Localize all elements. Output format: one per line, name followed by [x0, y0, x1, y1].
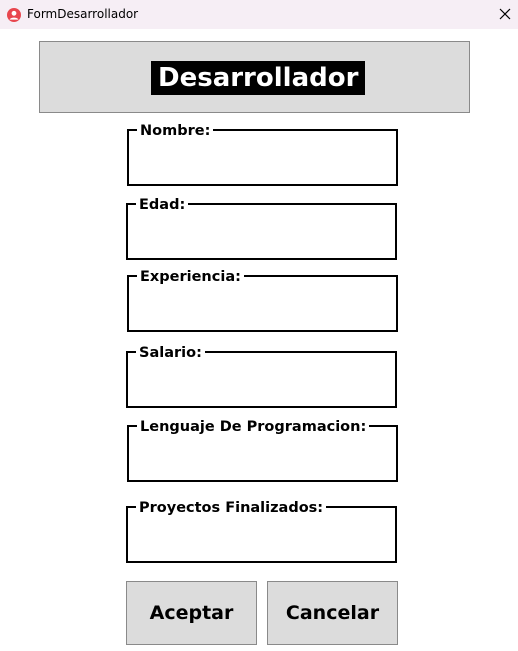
user-circle-icon — [7, 7, 21, 22]
edad-input[interactable] — [134, 217, 389, 254]
field-label-experiencia: Experiencia: — [137, 269, 244, 285]
form-window: FormDesarrollador Desarrollador Nombre: … — [0, 0, 518, 651]
cancel-button[interactable]: Cancelar — [267, 581, 398, 645]
field-label-nombre: Nombre: — [137, 123, 214, 139]
field-label-proyectos: Proyectos Finalizados: — [136, 500, 327, 516]
lenguaje-input[interactable] — [135, 439, 390, 476]
close-icon — [499, 5, 511, 24]
close-button[interactable] — [492, 2, 518, 27]
salario-input[interactable] — [134, 365, 389, 402]
title-bar[interactable]: FormDesarrollador — [0, 0, 518, 29]
field-proyectos: Proyectos Finalizados: — [126, 500, 397, 563]
window-title: FormDesarrollador — [27, 7, 139, 21]
field-lenguaje: Lenguaje De Programacion: — [127, 419, 398, 482]
header-panel: Desarrollador — [39, 41, 470, 113]
field-label-lenguaje: Lenguaje De Programacion: — [137, 419, 370, 435]
nombre-input[interactable] — [135, 143, 390, 180]
page-title: Desarrollador — [151, 61, 366, 95]
field-edad: Edad: — [126, 197, 397, 260]
field-label-salario: Salario: — [136, 345, 205, 361]
accept-button[interactable]: Aceptar — [126, 581, 257, 645]
field-nombre: Nombre: — [127, 123, 398, 186]
proyectos-input[interactable] — [134, 520, 389, 557]
field-experiencia: Experiencia: — [127, 269, 398, 332]
field-salario: Salario: — [126, 345, 397, 408]
experiencia-input[interactable] — [135, 289, 390, 326]
field-label-edad: Edad: — [136, 197, 189, 213]
